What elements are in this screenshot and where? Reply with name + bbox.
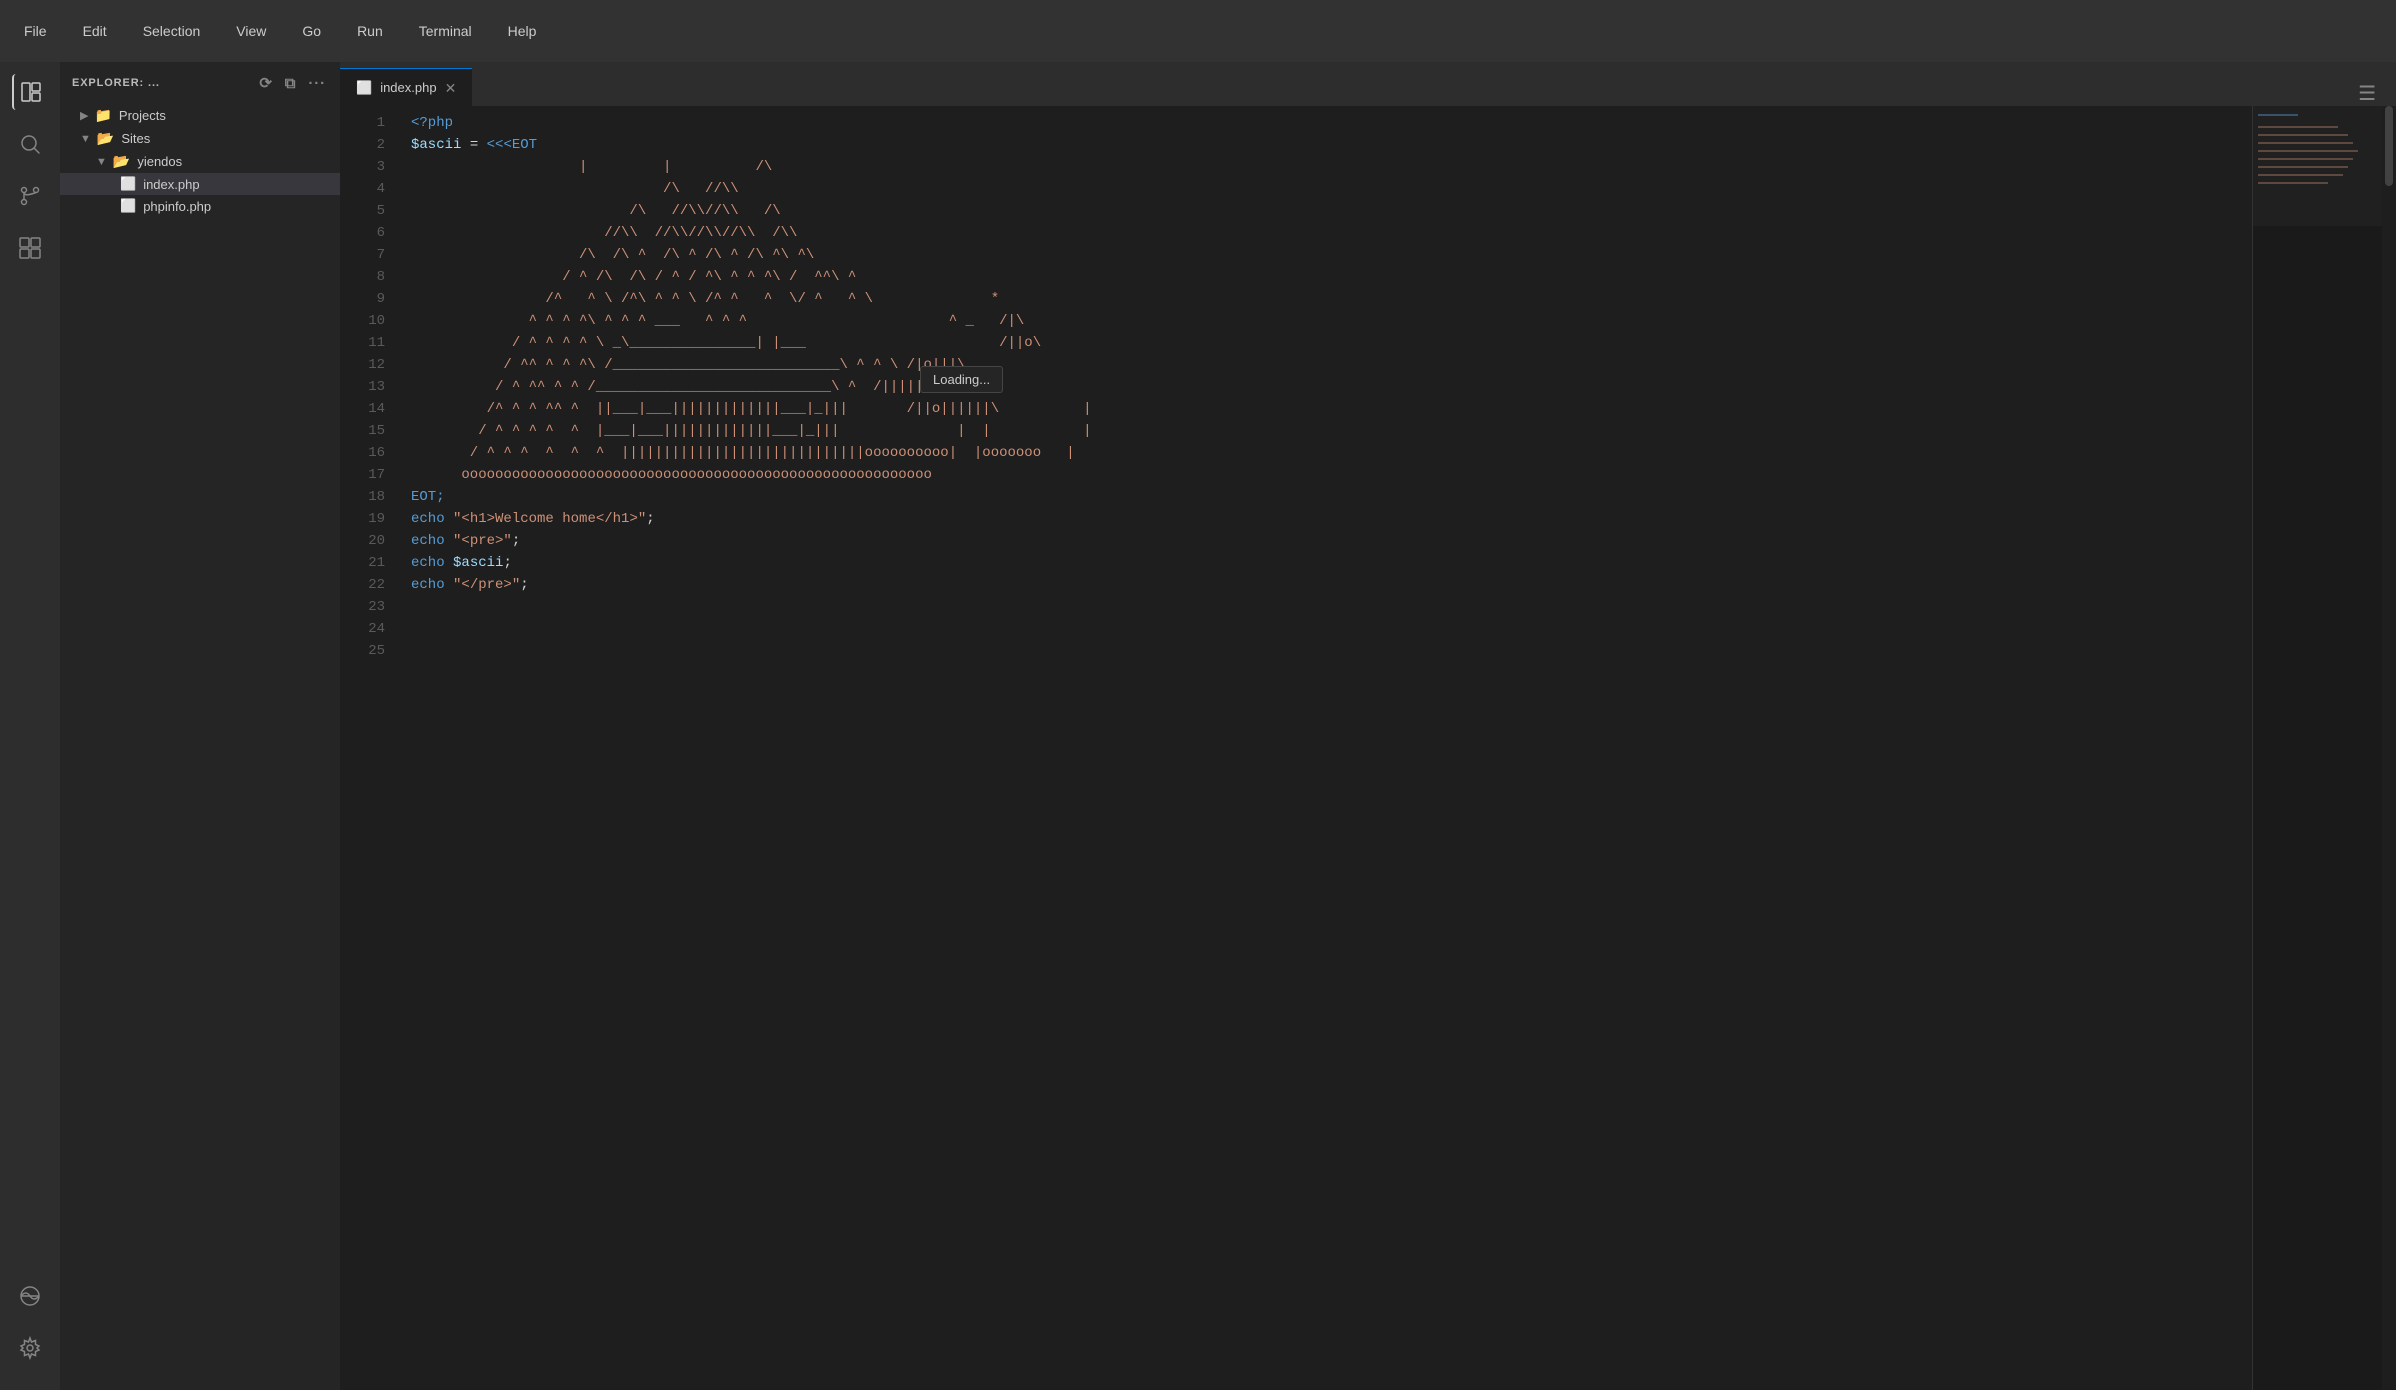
more-icon[interactable]: ··· [306, 73, 328, 94]
menu-bar: File Edit Selection View Go Run Terminal… [16, 19, 544, 43]
code-line-17: / ^ ^ ^ ^ ^ ^ ||||||||||||||||||||||||||… [411, 442, 2252, 464]
tree-label-projects: Projects [119, 108, 166, 123]
code-line-5: /\ //\\ [411, 178, 2252, 200]
activity-explorer[interactable] [12, 74, 48, 110]
menu-selection[interactable]: Selection [135, 19, 209, 43]
right-scrollbar[interactable] [2382, 106, 2396, 1390]
code-line-12: / ^ ^ ^ ^ \ _\_______________| |___ /||o… [411, 332, 2252, 354]
code-editor[interactable]: <?php$ascii = <<<EOT | | /\ /\ //\\ /\ /… [395, 106, 2252, 1390]
code-line-8: /\ /\ ^ /\ ^ /\ ^ /\ ^\ ^\ [411, 244, 2252, 266]
tab-label: index.php [380, 80, 436, 95]
code-line-6: /\ //\\//\\ /\ [411, 200, 2252, 222]
tree-label-index-php: index.php [143, 177, 199, 192]
chevron-down-icon: ▼ [80, 133, 91, 145]
code-line-1: <?php [411, 112, 2252, 134]
editor-content[interactable]: 1234567891011121314151617181920212223242… [340, 106, 2396, 1390]
code-line-10: /^ ^ \ /^\ ^ ^ \ /^ ^ ^ \/ ^ ^ \ * [411, 288, 2252, 310]
tab-bar: ⬜ index.php ✕ ☰ [340, 62, 2396, 106]
menu-terminal[interactable]: Terminal [411, 19, 480, 43]
sidebar: EXPLORER: ... ⟳ ⧉ ··· ▶ 📁 Projects ▼ 📂 S… [60, 62, 340, 1390]
tree-item-sites[interactable]: ▼ 📂 Sites [60, 127, 340, 150]
scrollbar-thumb[interactable] [2385, 106, 2393, 186]
chevron-right-icon: ▶ [80, 109, 88, 122]
layout-icon[interactable]: ☰ [2358, 81, 2376, 106]
code-line-7: //\\ //\\//\\//\\ /\\ [411, 222, 2252, 244]
activity-remote[interactable] [12, 1278, 48, 1314]
folder-icon: 📁 [94, 107, 111, 124]
menu-file[interactable]: File [16, 19, 55, 43]
code-line-11: ^ ^ ^ ^\ ^ ^ ^ ___ ^ ^ ^ ^ _ /|\ [411, 310, 2252, 332]
code-line-19: EOT; [411, 486, 2252, 508]
tree-item-phpinfo-php[interactable]: ⬜ phpinfo.php [60, 195, 340, 217]
code-line-23: echo $ascii; [411, 552, 2252, 574]
activity-settings[interactable] [12, 1330, 48, 1366]
code-line-14: / ^ ^^ ^ ^ /____________________________… [411, 376, 2252, 398]
menu-view[interactable]: View [228, 19, 274, 43]
menu-help[interactable]: Help [500, 19, 545, 43]
tree-label-phpinfo-php: phpinfo.php [143, 199, 211, 214]
minimap [2252, 106, 2382, 1390]
code-line-24: echo "</pre>"; [411, 574, 2252, 596]
activity-bar-bottom [12, 1278, 48, 1378]
line-numbers: 1234567891011121314151617181920212223242… [340, 106, 395, 1390]
file-phpinfo-icon: ⬜ [120, 198, 136, 214]
tab-index-php[interactable]: ⬜ index.php ✕ [340, 68, 472, 106]
refresh-icon[interactable]: ⟳ [257, 72, 274, 94]
activity-extensions[interactable] [12, 230, 48, 266]
tree-label-yiendos: yiendos [137, 154, 182, 169]
code-line-18: oooooooooooooooooooooooooooooooooooooooo… [411, 464, 2252, 486]
file-tree: ▶ 📁 Projects ▼ 📂 Sites ▼ 📂 yiendos [60, 104, 340, 1390]
main-layout: EXPLORER: ... ⟳ ⧉ ··· ▶ 📁 Projects ▼ 📂 S… [0, 62, 2396, 1390]
menu-run[interactable]: Run [349, 19, 391, 43]
activity-git[interactable] [12, 178, 48, 214]
sidebar-title: EXPLORER: ... [72, 77, 160, 89]
sidebar-header: EXPLORER: ... ⟳ ⧉ ··· [60, 62, 340, 104]
code-line-22: echo "<pre>"; [411, 530, 2252, 552]
folder-yiendos-icon: 📂 [113, 153, 130, 170]
code-line-3: $ascii = <<<EOT [411, 134, 2252, 156]
menu-go[interactable]: Go [294, 19, 329, 43]
folder-open-icon: 📂 [97, 130, 114, 147]
titlebar: File Edit Selection View Go Run Terminal… [0, 0, 2396, 62]
code-line-16: / ^ ^ ^ ^ ^ |___|___|||||||||||||___|_||… [411, 420, 2252, 442]
sidebar-header-icons: ⟳ ⧉ ··· [257, 72, 328, 94]
tree-label-sites: Sites [121, 131, 150, 146]
menu-edit[interactable]: Edit [75, 19, 115, 43]
code-line-4: | | /\ [411, 156, 2252, 178]
tab-file-icon: ⬜ [356, 80, 372, 96]
collapse-icon[interactable]: ⧉ [283, 73, 299, 94]
code-line-9: / ^ /\ /\ / ^ / ^\ ^ ^ ^\ / ^^\ ^ [411, 266, 2252, 288]
tree-item-projects[interactable]: ▶ 📁 Projects [60, 104, 340, 127]
code-line-13: / ^^ ^ ^ ^\ /___________________________… [411, 354, 2252, 376]
tree-item-index-php[interactable]: ⬜ index.php [60, 173, 340, 195]
tab-close-button[interactable]: ✕ [445, 81, 457, 95]
activity-bar [0, 62, 60, 1390]
file-php-icon: ⬜ [120, 176, 136, 192]
tree-item-yiendos[interactable]: ▼ 📂 yiendos [60, 150, 340, 173]
chevron-down-icon-yiendos: ▼ [96, 156, 107, 168]
code-line-15: /^ ^ ^ ^^ ^ ||___|___|||||||||||||___|_|… [411, 398, 2252, 420]
activity-search[interactable] [12, 126, 48, 162]
code-line-21: echo "<h1>Welcome home</h1>"; [411, 508, 2252, 530]
editor-area: ⬜ index.php ✕ ☰ 123456789101112131415161… [340, 62, 2396, 1390]
